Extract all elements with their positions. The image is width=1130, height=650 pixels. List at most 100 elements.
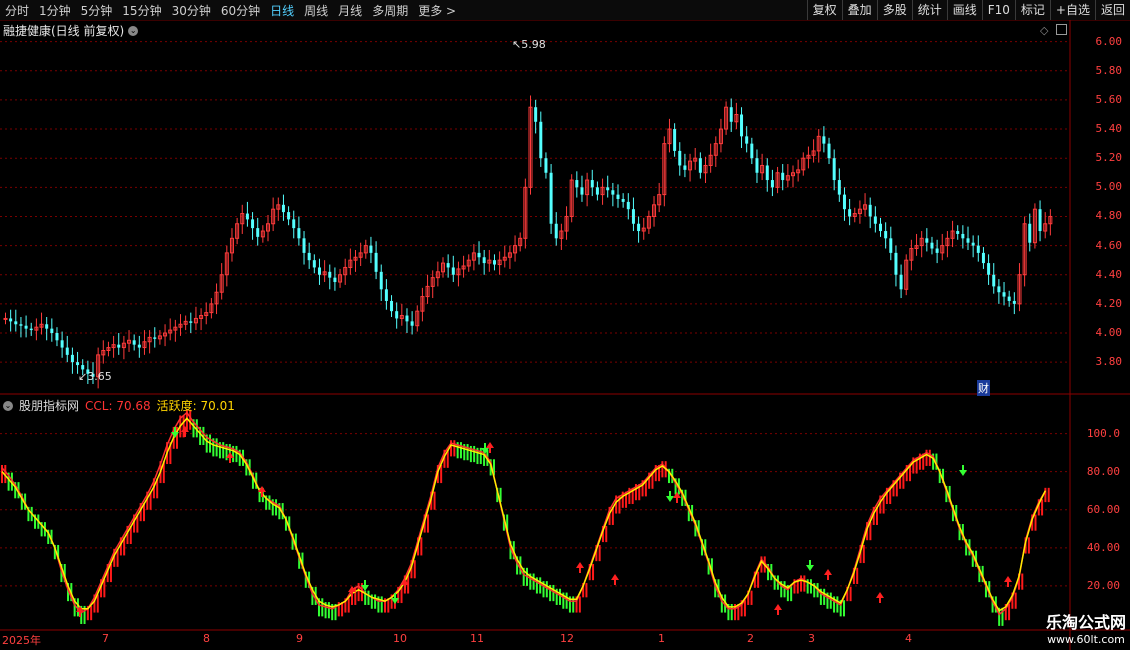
price-tick: 4.80 — [1095, 209, 1123, 223]
candle-body — [621, 198, 625, 202]
candle-body — [307, 252, 311, 261]
candle-body — [333, 277, 337, 283]
candle-body — [302, 238, 306, 253]
candle-body — [14, 321, 18, 325]
candle-body — [673, 129, 677, 151]
date-label: 4 — [905, 632, 912, 645]
candle-body — [868, 204, 872, 217]
indicator-name: 股朋指标网 — [19, 399, 80, 413]
candle-body — [626, 201, 630, 210]
candle-body — [549, 172, 553, 224]
sell-arrow — [666, 496, 674, 502]
candle-body — [189, 321, 193, 323]
candle-body — [1002, 292, 1006, 297]
candle-body — [132, 340, 136, 345]
candle-body — [611, 190, 615, 195]
price-tick: 4.00 — [1095, 326, 1123, 339]
candle-body — [678, 150, 682, 166]
candle-body — [534, 107, 538, 122]
candle-body — [245, 213, 249, 220]
price-tick: 4.60 — [1095, 238, 1123, 252]
candle-body — [966, 238, 970, 243]
candle-body — [884, 231, 888, 239]
candle-body — [287, 212, 291, 220]
candle-body — [765, 165, 769, 181]
high-price-label: ↖5.98 — [512, 38, 546, 51]
date-label: 9 — [296, 632, 303, 645]
candle-body — [745, 136, 749, 144]
candle-body — [961, 233, 965, 239]
buy-arrow — [486, 442, 494, 448]
buy-arrow — [576, 562, 584, 568]
low-price-label: ↙3.65 — [78, 370, 112, 383]
chart-canvas — [0, 20, 1130, 650]
candle-body — [729, 107, 733, 122]
candle-body — [956, 231, 960, 234]
candle-body — [1038, 209, 1042, 232]
buy-arrow — [1004, 576, 1012, 582]
candle-body — [539, 121, 543, 159]
candle-body — [637, 223, 641, 232]
candle-body — [770, 180, 774, 188]
candle-body — [997, 286, 1001, 293]
candle-body — [873, 216, 877, 224]
candle-body — [976, 245, 980, 253]
candle-body — [590, 180, 594, 188]
price-tick: 6.00 — [1095, 34, 1123, 48]
candle-body — [369, 245, 373, 253]
candle-body — [60, 340, 64, 348]
candle-body — [580, 187, 584, 195]
buy-arrow — [611, 574, 619, 580]
watermark-url: www.60lt.com — [1047, 633, 1125, 646]
finance-marker[interactable]: 财 — [977, 380, 990, 396]
candle-body — [755, 158, 759, 173]
candle-body — [827, 143, 831, 159]
candle-body — [750, 143, 754, 159]
price-tick: 5.20 — [1095, 151, 1123, 165]
candle-body — [740, 114, 744, 137]
buy-arrow — [774, 604, 782, 610]
candle-body — [575, 180, 579, 188]
candle-body — [822, 136, 826, 144]
date-label: 2 — [747, 632, 754, 645]
buy-arrow — [876, 592, 884, 598]
candle-body — [374, 252, 378, 272]
sell-arrow — [806, 565, 814, 571]
candle-body — [698, 158, 702, 173]
price-tick: 4.20 — [1095, 296, 1123, 310]
candle-body — [379, 271, 383, 290]
candle-body — [492, 260, 496, 265]
candle-body — [606, 187, 610, 191]
candle-body — [554, 223, 558, 239]
candle-body — [281, 204, 285, 213]
candle-body — [312, 260, 316, 268]
price-tick: 5.60 — [1095, 92, 1123, 106]
candle-body — [9, 318, 13, 322]
candle-body — [842, 194, 846, 210]
watermark-title: 乐淘公式网 — [1045, 613, 1126, 632]
date-label: 8 — [203, 632, 210, 645]
candle-body — [3, 317, 8, 320]
date-label: 7 — [102, 632, 109, 645]
indicator-tick: 80.00 — [1086, 464, 1120, 478]
candle-body — [1028, 223, 1032, 243]
candle-body — [19, 324, 23, 326]
candle-body — [971, 242, 975, 246]
candle-body — [616, 194, 620, 199]
candle-body — [930, 242, 934, 249]
candle-body — [987, 263, 991, 275]
candle-body — [137, 344, 141, 348]
indicator-tick: 60.00 — [1086, 502, 1120, 516]
candle-body — [256, 228, 260, 237]
candle-body — [832, 158, 836, 181]
candle-body — [446, 263, 450, 268]
date-label: 10 — [393, 632, 407, 645]
chevron-down-icon[interactable]: ⌄ — [3, 400, 13, 411]
indicator-title: ⌄ 股朋指标网 CCL: 70.68 活跃度: 70.01 — [3, 397, 235, 414]
candle-body — [477, 252, 481, 258]
candle-body — [76, 362, 80, 366]
candle-body — [50, 328, 54, 334]
price-tick: 5.80 — [1095, 63, 1123, 77]
candle-body — [837, 180, 841, 195]
price-tick: 4.40 — [1095, 267, 1123, 281]
